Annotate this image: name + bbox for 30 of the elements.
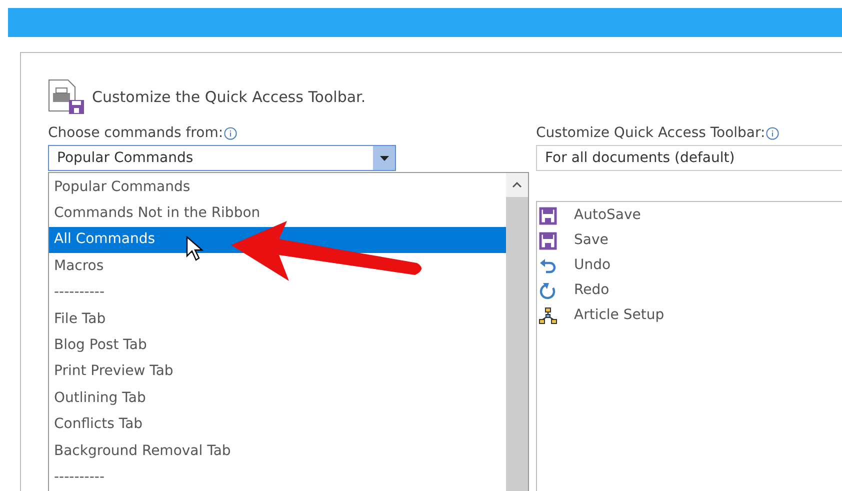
list-item[interactable]: Commands Not in the Ribbon bbox=[49, 200, 506, 227]
info-icon bbox=[766, 126, 780, 140]
list-item[interactable]: Undo bbox=[539, 253, 842, 278]
list-item[interactable]: Save bbox=[539, 228, 842, 253]
dialog-heading: Customize the Quick Access Toolbar. bbox=[92, 86, 366, 108]
field-label: Choose commands from: bbox=[48, 124, 224, 142]
list-item[interactable]: Article Setup bbox=[539, 303, 842, 328]
list-item[interactable]: AutoSave bbox=[539, 203, 842, 228]
list-item[interactable]: ---------- bbox=[49, 280, 506, 306]
redo-icon bbox=[539, 282, 557, 300]
scrollbar[interactable] bbox=[506, 173, 528, 491]
dropdown[interactable]: For all documents (default) bbox=[536, 145, 842, 171]
caret-icon bbox=[380, 156, 388, 160]
list-item[interactable]: Blog Post Tab bbox=[49, 332, 506, 359]
list-item[interactable]: Outlining Tab bbox=[49, 385, 506, 412]
info-icon bbox=[224, 126, 238, 140]
list-item[interactable]: Print Preview Tab bbox=[49, 358, 506, 386]
undo-icon bbox=[539, 256, 557, 274]
list-item[interactable]: Popular Commands bbox=[49, 174, 506, 200]
list-item[interactable]: Redo bbox=[539, 278, 842, 303]
scroll-up-icon[interactable] bbox=[512, 182, 522, 188]
list-item[interactable]: Conflicts Tab bbox=[49, 412, 506, 438]
list-item[interactable]: Background Removal Tab bbox=[49, 438, 506, 464]
list-item[interactable]: Macros bbox=[49, 253, 506, 280]
list-item[interactable]: File Tab bbox=[49, 306, 506, 332]
diagram-icon bbox=[539, 306, 557, 324]
cursor-icon bbox=[186, 236, 204, 262]
dropdown[interactable]: Popular Commands bbox=[48, 145, 396, 171]
list-item[interactable]: ---------- bbox=[49, 464, 506, 491]
field-label: Customize Quick Access Toolbar: bbox=[536, 124, 766, 142]
